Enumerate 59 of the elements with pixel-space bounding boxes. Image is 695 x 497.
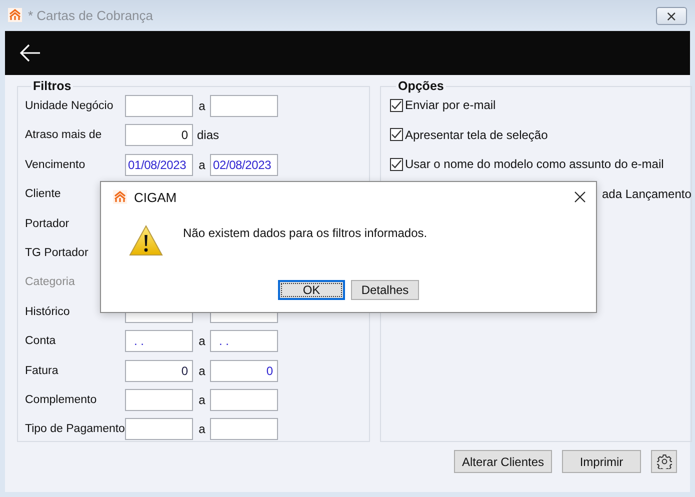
- field-label: Tipo de Pagamento: [25, 423, 125, 436]
- input-field[interactable]: [210, 95, 278, 117]
- dialog-title: CIGAM: [134, 190, 178, 204]
- field-label: Portador: [25, 218, 70, 230]
- input-field[interactable]: 0: [125, 360, 193, 382]
- app-logo-icon: [8, 8, 22, 22]
- checkbox[interactable]: [390, 158, 403, 171]
- separator-label: a: [198, 392, 206, 407]
- input-field[interactable]: 0: [125, 124, 193, 146]
- input-field[interactable]: [125, 418, 193, 440]
- input-field[interactable]: [210, 388, 278, 411]
- field-label: Complemento: [25, 394, 97, 406]
- input-field[interactable]: 0: [210, 360, 278, 382]
- option-label: ada Lançamento: [602, 187, 692, 202]
- option-label: Apresentar tela de seleção: [405, 128, 548, 142]
- dialog-button[interactable]: OK: [278, 280, 345, 300]
- checkbox[interactable]: [390, 98, 403, 112]
- field-label: Unidade Negócio: [25, 100, 114, 112]
- window-title: * Cartas de Cobrança: [28, 8, 154, 23]
- option-label: Enviar por e-mail: [405, 98, 496, 112]
- field-label: Fatura: [25, 364, 58, 377]
- input-field[interactable]: 02/08/2023: [210, 154, 278, 176]
- input-field[interactable]: . .: [210, 330, 278, 352]
- field-label: TG Portador: [25, 246, 88, 259]
- dialog-button[interactable]: Detalhes: [351, 280, 419, 300]
- check-icon: [391, 129, 402, 140]
- field-label: Atraso mais de: [25, 129, 102, 142]
- app-logo-icon: [113, 190, 127, 204]
- group-title: Filtros: [32, 79, 72, 93]
- warning-icon: [129, 224, 163, 258]
- close-icon: [574, 191, 586, 203]
- separator-label: a: [198, 334, 206, 348]
- separator-label: dias: [196, 128, 220, 142]
- separator-label: a: [198, 422, 206, 436]
- input-field[interactable]: [210, 418, 278, 440]
- separator-label: a: [198, 99, 206, 113]
- input-field[interactable]: [125, 95, 193, 117]
- check-icon: [391, 100, 402, 110]
- action-button[interactable]: Imprimir: [562, 450, 641, 473]
- field-label: Cliente: [25, 188, 61, 200]
- field-label: Vencimento: [25, 158, 86, 171]
- separator-label: a: [198, 364, 206, 378]
- check-icon: [391, 158, 402, 170]
- field-label: Histórico: [25, 306, 70, 318]
- action-button[interactable]: Alterar Clientes: [454, 450, 552, 473]
- input-field[interactable]: [125, 388, 193, 411]
- group-title: Opções: [397, 79, 445, 93]
- dialog-message: Não existem dados para os filtros informados.: [183, 226, 428, 240]
- input-field[interactable]: . .: [125, 330, 193, 352]
- field-label: Categoria: [25, 276, 75, 288]
- close-button[interactable]: ⨯: [656, 6, 687, 24]
- back-arrow-icon[interactable]: [19, 44, 41, 62]
- option-label: Usar o nome do modelo como assunto do e-mail: [405, 157, 664, 172]
- settings-button[interactable]: [651, 450, 677, 473]
- separator-label: a: [198, 158, 206, 172]
- input-field[interactable]: 01/08/2023: [125, 154, 193, 176]
- checkbox[interactable]: [390, 128, 403, 142]
- field-label: Conta: [25, 335, 56, 348]
- settings-icon: [656, 454, 672, 469]
